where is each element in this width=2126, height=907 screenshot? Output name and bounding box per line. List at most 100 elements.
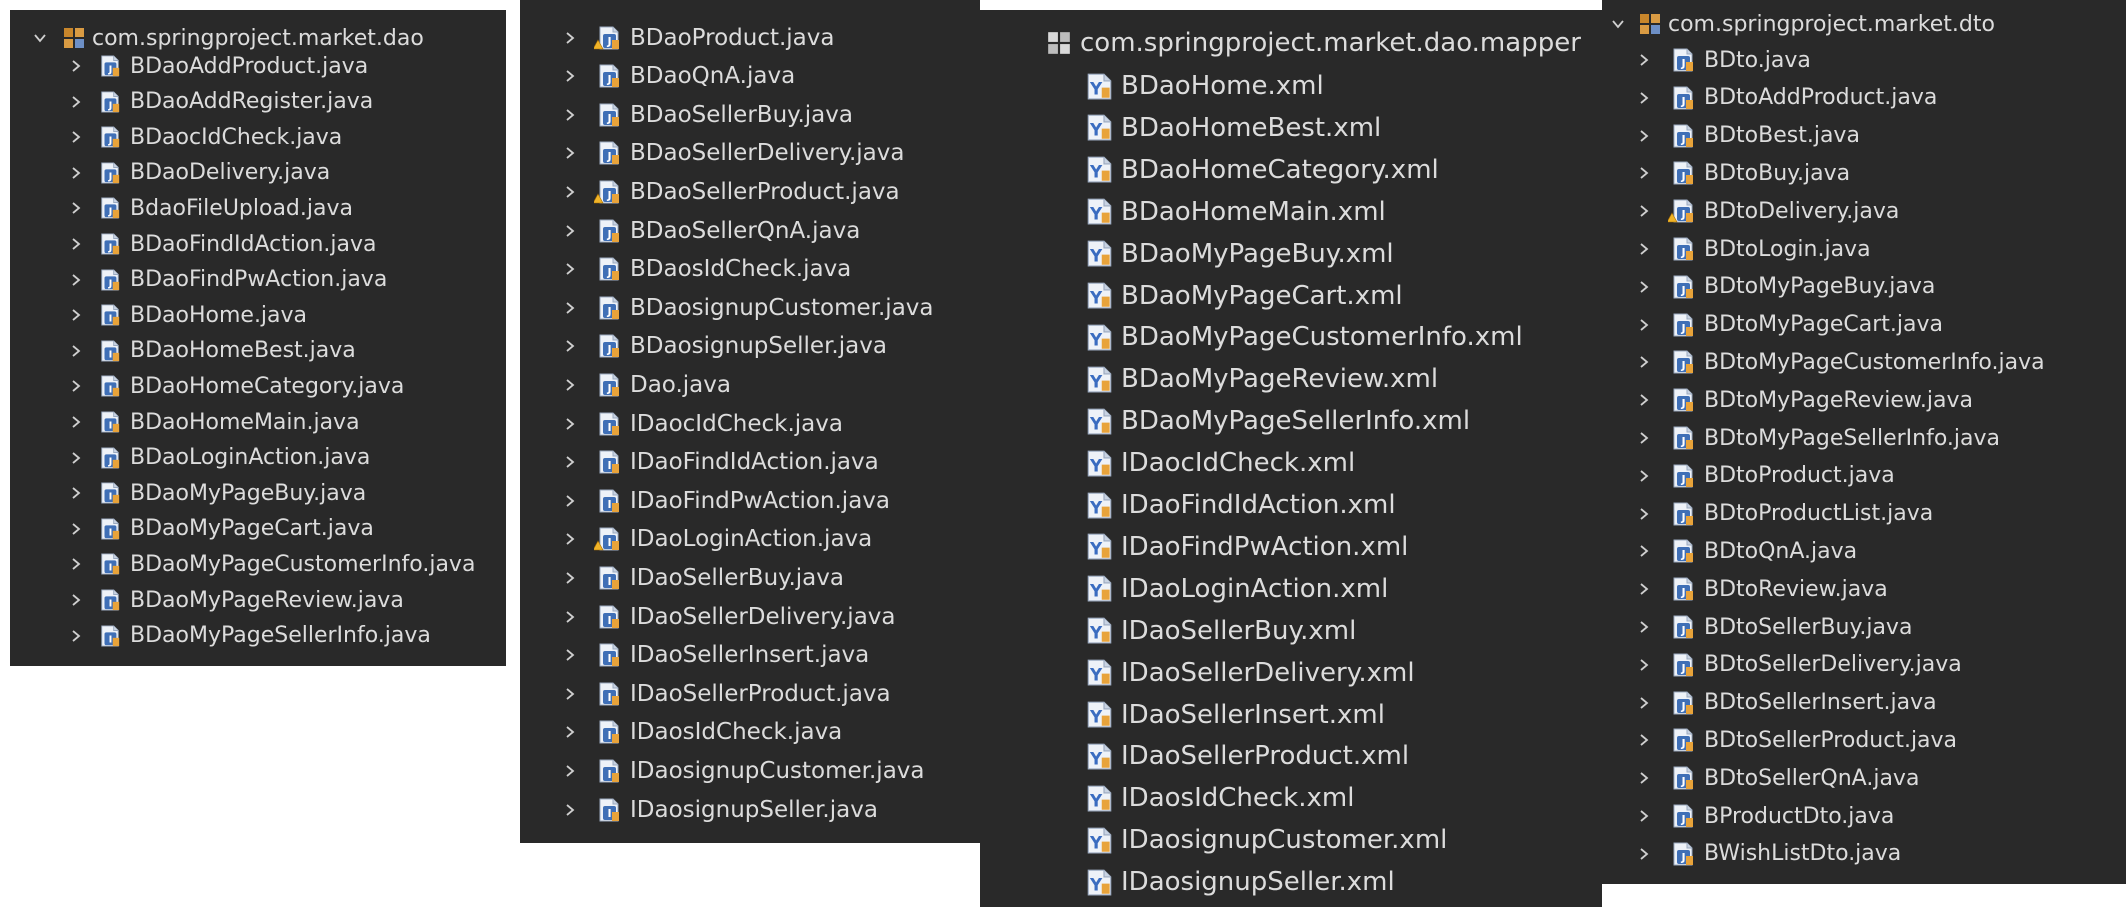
file-row[interactable]: J BDaosignupSeller.java: [520, 327, 980, 366]
file-row[interactable]: J BDtoLogin.java: [1602, 230, 2126, 268]
file-row[interactable]: Y IDaoFindIdAction.xml: [980, 484, 1602, 526]
chevron-right-icon[interactable]: [1636, 581, 1652, 597]
file-row[interactable]: J Dao.java: [520, 365, 980, 404]
file-row[interactable]: I IDaoSellerInsert.java: [520, 636, 980, 675]
chevron-right-icon[interactable]: [1636, 90, 1652, 106]
file-row[interactable]: Y IDaoLoginAction.xml: [980, 568, 1602, 610]
chevron-right-icon[interactable]: [1636, 468, 1652, 484]
file-row[interactable]: Y BDaoHomeMain.xml: [980, 191, 1602, 233]
chevron-right-icon[interactable]: [68, 414, 84, 430]
chevron-right-icon[interactable]: [68, 94, 84, 110]
file-row[interactable]: J BDaoQnA.java: [520, 57, 980, 96]
file-row[interactable]: Y IDaoSellerProduct.xml: [980, 735, 1602, 777]
file-row[interactable]: Y IDaosIdCheck.xml: [980, 777, 1602, 819]
file-row[interactable]: J BDaoFindPwAction.java: [10, 262, 506, 298]
file-row[interactable]: I BDaoHomeCategory.java: [10, 368, 506, 404]
file-row[interactable]: I BDaoMyPageSellerInfo.java: [10, 618, 506, 654]
file-row[interactable]: Y IDaoFindPwAction.xml: [980, 526, 1602, 568]
file-row[interactable]: J BDtoMyPageSellerInfo.java: [1602, 419, 2126, 457]
chevron-right-icon[interactable]: [562, 261, 578, 277]
file-row[interactable]: J BDtoReview.java: [1602, 570, 2126, 608]
file-row[interactable]: I IDaocIdCheck.java: [520, 404, 980, 443]
file-row[interactable]: I IDaoSellerProduct.java: [520, 674, 980, 713]
file-row[interactable]: J BDaoSellerDelivery.java: [520, 134, 980, 173]
file-row[interactable]: J BDaoDelivery.java: [10, 155, 506, 191]
chevron-right-icon[interactable]: [68, 200, 84, 216]
chevron-right-icon[interactable]: [1636, 808, 1652, 824]
file-row[interactable]: Y BDaoHomeBest.xml: [980, 107, 1602, 149]
chevron-right-icon[interactable]: [1636, 732, 1652, 748]
chevron-right-icon[interactable]: [562, 30, 578, 46]
file-row[interactable]: I IDaosignupCustomer.java: [520, 751, 980, 790]
file-row[interactable]: J BDtoSellerProduct.java: [1602, 721, 2126, 759]
chevron-right-icon[interactable]: [1636, 52, 1652, 68]
file-row[interactable]: I IDaoLoginAction.java: [520, 520, 980, 559]
file-row[interactable]: I BDaoHome.java: [10, 297, 506, 333]
file-row[interactable]: I IDaoSellerBuy.java: [520, 558, 980, 597]
file-row[interactable]: J BDtoAddProduct.java: [1602, 79, 2126, 117]
file-row[interactable]: J BDto.java: [1602, 41, 2126, 79]
chevron-right-icon[interactable]: [68, 165, 84, 181]
chevron-right-icon[interactable]: [1636, 165, 1652, 181]
chevron-right-icon[interactable]: [68, 592, 84, 608]
chevron-right-icon[interactable]: [1636, 506, 1652, 522]
chevron-right-icon[interactable]: [562, 763, 578, 779]
file-row[interactable]: J BDtoBuy.java: [1602, 154, 2126, 192]
chevron-right-icon[interactable]: [1636, 241, 1652, 257]
file-row[interactable]: I BDaoHomeBest.java: [10, 333, 506, 369]
chevron-right-icon[interactable]: [1636, 317, 1652, 333]
file-row[interactable]: J BDtoProduct.java: [1602, 457, 2126, 495]
chevron-right-icon[interactable]: [68, 58, 84, 74]
file-row[interactable]: J BDtoSellerInsert.java: [1602, 684, 2126, 722]
chevron-right-icon[interactable]: [68, 521, 84, 537]
file-row[interactable]: J BWishListDto.java: [1602, 835, 2126, 873]
chevron-right-icon[interactable]: [68, 307, 84, 323]
file-row[interactable]: J BDtoDelivery.java: [1602, 192, 2126, 230]
file-row[interactable]: I BDaoMyPageCustomerInfo.java: [10, 546, 506, 582]
file-row[interactable]: J BDaosIdCheck.java: [520, 250, 980, 289]
chevron-right-icon[interactable]: [1636, 279, 1652, 295]
chevron-right-icon[interactable]: [562, 609, 578, 625]
file-row[interactable]: J BDaoProduct.java: [520, 18, 980, 57]
file-row[interactable]: J BDtoMyPageReview.java: [1602, 381, 2126, 419]
file-row[interactable]: J BProductDto.java: [1602, 797, 2126, 835]
chevron-right-icon[interactable]: [68, 556, 84, 572]
chevron-right-icon[interactable]: [68, 378, 84, 394]
file-row[interactable]: Y BDaoHomeCategory.xml: [980, 149, 1602, 191]
file-row[interactable]: I IDaosignupSeller.java: [520, 790, 980, 829]
chevron-right-icon[interactable]: [1636, 354, 1652, 370]
file-row[interactable]: I IDaoFindPwAction.java: [520, 481, 980, 520]
file-row[interactable]: J BDtoMyPageCustomerInfo.java: [1602, 343, 2126, 381]
chevron-right-icon[interactable]: [562, 531, 578, 547]
file-row[interactable]: Y BDaoHome.xml: [980, 65, 1602, 107]
chevron-right-icon[interactable]: [562, 223, 578, 239]
file-row[interactable]: J BDaoLoginAction.java: [10, 440, 506, 476]
file-row[interactable]: Y BDaoMyPageSellerInfo.xml: [980, 400, 1602, 442]
file-row[interactable]: I BDaoMyPageReview.java: [10, 582, 506, 618]
file-row[interactable]: J BDaoAddRegister.java: [10, 84, 506, 120]
file-row[interactable]: J BDaoFindIdAction.java: [10, 226, 506, 262]
package-row-dto[interactable]: com.springproject.market.dto: [1602, 5, 2126, 43]
file-row[interactable]: I BDaoHomeMain.java: [10, 404, 506, 440]
chevron-right-icon[interactable]: [562, 338, 578, 354]
chevron-right-icon[interactable]: [562, 68, 578, 84]
chevron-right-icon[interactable]: [1636, 392, 1652, 408]
file-row[interactable]: J BDtoBest.java: [1602, 117, 2126, 155]
file-row[interactable]: J BDaosignupCustomer.java: [520, 288, 980, 327]
file-row[interactable]: Y IDaoSellerBuy.xml: [980, 610, 1602, 652]
chevron-right-icon[interactable]: [562, 454, 578, 470]
file-row[interactable]: Y IDaosignupSeller.xml: [980, 861, 1602, 903]
chevron-right-icon[interactable]: [1636, 770, 1652, 786]
chevron-right-icon[interactable]: [68, 450, 84, 466]
file-row[interactable]: I IDaosIdCheck.java: [520, 713, 980, 752]
chevron-right-icon[interactable]: [562, 300, 578, 316]
file-row[interactable]: J BDaoSellerQnA.java: [520, 211, 980, 250]
chevron-right-icon[interactable]: [68, 343, 84, 359]
chevron-right-icon[interactable]: [68, 236, 84, 252]
file-row[interactable]: I IDaoFindIdAction.java: [520, 443, 980, 482]
chevron-right-icon[interactable]: [562, 802, 578, 818]
file-row[interactable]: J BDaocIdCheck.java: [10, 119, 506, 155]
file-row[interactable]: J BDtoQnA.java: [1602, 532, 2126, 570]
chevron-down-icon[interactable]: [1610, 16, 1626, 32]
file-row[interactable]: J BdaoFileUpload.java: [10, 190, 506, 226]
